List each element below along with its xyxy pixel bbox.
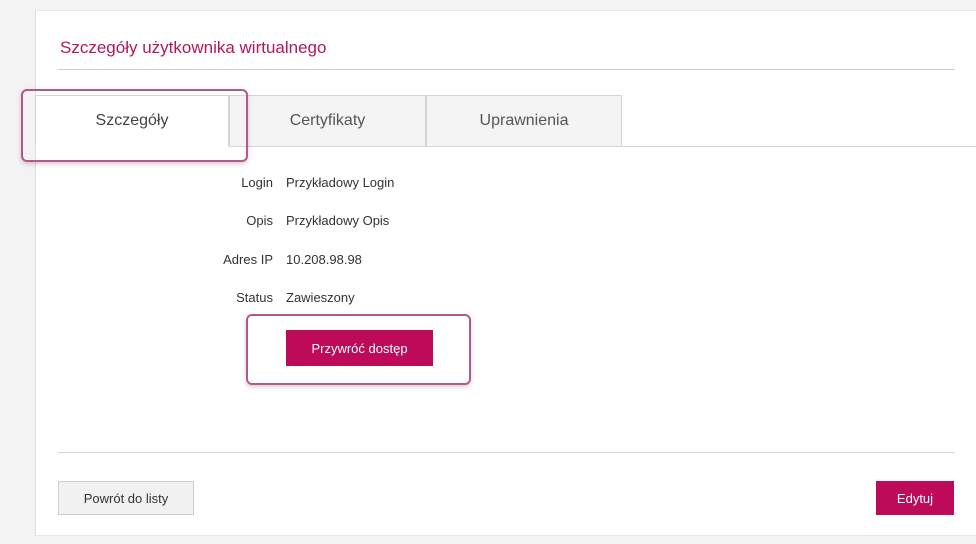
footer-divider <box>58 452 955 453</box>
ip-label: Adres IP <box>223 252 273 267</box>
login-value: Przykładowy Login <box>286 175 395 190</box>
title-divider <box>58 69 955 70</box>
ip-value: 10.208.98.98 <box>286 252 362 267</box>
login-label: Login <box>241 175 273 190</box>
tab-certyfikaty[interactable]: Certyfikaty <box>229 95 426 147</box>
details-panel <box>35 10 976 536</box>
edit-button[interactable]: Edytuj <box>876 481 954 515</box>
back-to-list-button[interactable]: Powrót do listy <box>58 481 194 515</box>
page-title: Szczegóły użytkownika wirtualnego <box>60 38 327 57</box>
restore-access-button[interactable]: Przywróć dostęp <box>286 330 433 366</box>
opis-label: Opis <box>246 213 273 228</box>
tab-label: Uprawnienia <box>479 112 569 129</box>
opis-value: Przykładowy Opis <box>286 213 390 228</box>
status-value: Zawieszony <box>286 290 355 305</box>
tab-uprawnienia[interactable]: Uprawnienia <box>426 95 622 147</box>
tab-label: Certyfikaty <box>289 112 366 129</box>
status-label: Status <box>236 290 273 305</box>
tab-label: Szczegóły <box>95 112 169 129</box>
tab-szczegoly[interactable]: Szczegóły <box>35 95 229 147</box>
